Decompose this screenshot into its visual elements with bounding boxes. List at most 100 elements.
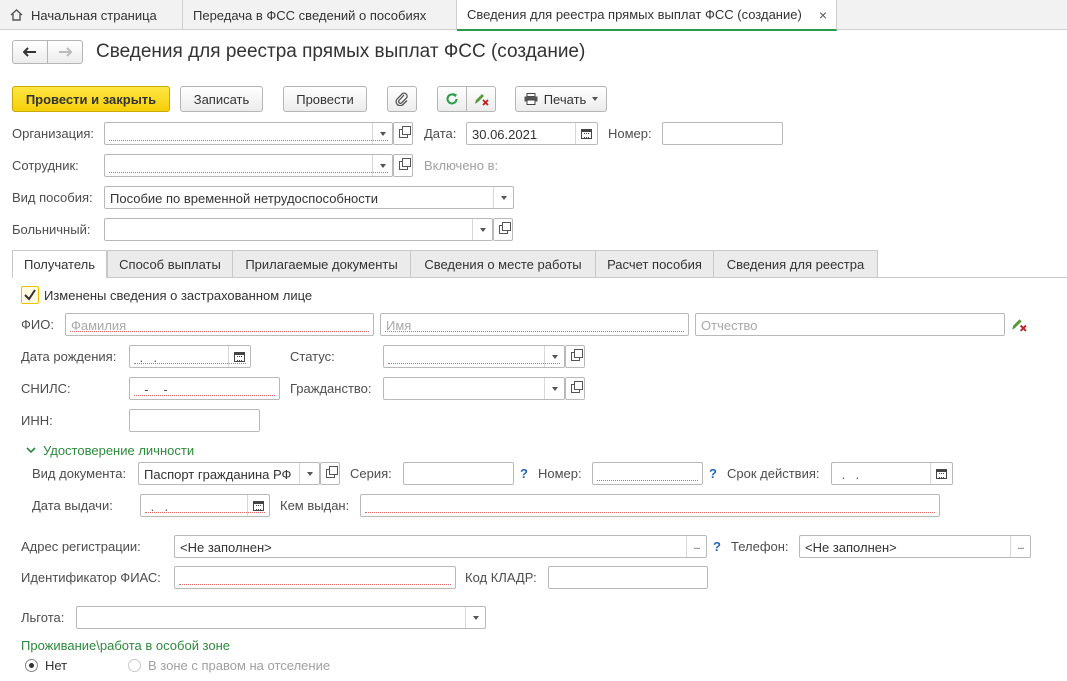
- clear-fio-button[interactable]: [1010, 317, 1027, 335]
- citizenship-select[interactable]: [383, 377, 565, 400]
- calendar-icon: [253, 500, 264, 511]
- ellipsis-icon[interactable]: ...: [686, 536, 706, 557]
- chevron-down-icon[interactable]: [465, 607, 485, 628]
- chevron-down-icon[interactable]: [493, 187, 513, 208]
- phone-input[interactable]: <Не заполнен> ...: [799, 535, 1031, 558]
- validity-input[interactable]: . .: [831, 462, 953, 485]
- issue-date-input[interactable]: . .: [140, 494, 270, 517]
- ellipsis-icon[interactable]: ...: [1010, 536, 1030, 557]
- number-label: Номер:: [608, 126, 652, 141]
- sick-leave-input[interactable]: [104, 218, 493, 241]
- arrow-left-icon: [23, 47, 36, 57]
- org-open-button[interactable]: [393, 122, 413, 145]
- series-help-icon[interactable]: ?: [520, 466, 528, 481]
- tab-attached-docs[interactable]: Прилагаемые документы: [232, 250, 411, 277]
- tab-registry-info[interactable]: Сведения для реестра: [713, 250, 878, 277]
- special-zone-title: Проживание\работа в особой зоне: [21, 638, 231, 653]
- back-button[interactable]: [12, 40, 48, 64]
- number-input[interactable]: [662, 122, 783, 145]
- window-tab-current[interactable]: Сведения для реестра прямых выплат ФСС (…: [457, 0, 837, 31]
- close-icon[interactable]: ×: [819, 7, 827, 23]
- snils-input[interactable]: - -: [129, 377, 280, 400]
- status-open-button[interactable]: [565, 345, 585, 368]
- number-help-icon[interactable]: ?: [709, 466, 717, 481]
- inn-input[interactable]: [129, 409, 260, 432]
- window-tab-label: Передача в ФСС сведений о пособиях: [193, 7, 427, 23]
- privilege-select[interactable]: [76, 606, 486, 629]
- window-tab-home[interactable]: Начальная страница: [0, 0, 183, 30]
- kladr-input[interactable]: [548, 566, 708, 589]
- identity-section-toggle[interactable]: Удостоверение личности: [26, 443, 194, 458]
- open-icon: [570, 381, 583, 393]
- chevron-down-icon[interactable]: [544, 378, 564, 399]
- privilege-label: Льгота:: [21, 610, 65, 625]
- inn-label: ИНН:: [21, 413, 53, 428]
- issued-by-input[interactable]: [360, 494, 940, 517]
- first-name-placeholder: Имя: [386, 318, 412, 333]
- attach-button[interactable]: [387, 86, 417, 112]
- benefit-type-value: Пособие по временной нетрудоспособности: [110, 191, 378, 206]
- doc-type-select[interactable]: Паспорт гражданина РФ: [138, 462, 320, 485]
- zone-relocation-label: В зоне с правом на отселение: [148, 658, 331, 673]
- calendar-button[interactable]: [228, 346, 250, 367]
- chevron-down-icon[interactable]: [472, 219, 492, 240]
- issued-by-label: Кем выдан:: [280, 498, 350, 513]
- calendar-button[interactable]: [575, 123, 597, 144]
- fias-input[interactable]: [174, 566, 456, 589]
- middle-name-placeholder: Отчество: [701, 318, 758, 333]
- first-name-input[interactable]: Имя: [380, 313, 689, 336]
- doc-number-input[interactable]: [592, 462, 703, 485]
- print-button[interactable]: Печать: [515, 86, 607, 112]
- kladr-label: Код КЛАДР:: [465, 570, 537, 585]
- chevron-down-icon[interactable]: [372, 155, 392, 176]
- date-input[interactable]: 30.06.2021: [466, 122, 598, 145]
- address-help-icon[interactable]: ?: [713, 539, 721, 554]
- window-tab-label: Сведения для реестра прямых выплат ФСС (…: [467, 7, 802, 22]
- zone-no-radio[interactable]: [25, 659, 38, 672]
- last-name-input[interactable]: Фамилия: [65, 313, 374, 336]
- chevron-down-icon[interactable]: [299, 463, 319, 484]
- series-input[interactable]: [403, 462, 514, 485]
- birth-date-label: Дата рождения:: [21, 349, 117, 364]
- refresh-button[interactable]: [437, 86, 467, 112]
- tab-recipient[interactable]: Получатель: [12, 250, 107, 278]
- status-select[interactable]: [383, 345, 565, 368]
- tab-workplace-info[interactable]: Сведения о месте работы: [410, 250, 596, 277]
- citizenship-open-button[interactable]: [565, 377, 585, 400]
- post-and-close-button[interactable]: Провести и закрыть: [12, 86, 170, 112]
- chevron-down-icon: [26, 447, 36, 454]
- chevron-down-icon[interactable]: [544, 346, 564, 367]
- chevron-down-icon[interactable]: [372, 123, 392, 144]
- last-name-placeholder: Фамилия: [71, 318, 127, 333]
- post-button[interactable]: Провести: [283, 86, 367, 112]
- benefit-type-label: Вид пособия:: [12, 190, 93, 205]
- tab-payment-method[interactable]: Способ выплаты: [107, 250, 233, 277]
- employee-open-button[interactable]: [393, 154, 413, 177]
- snils-mask: - -: [135, 382, 169, 397]
- save-button[interactable]: Записать: [180, 86, 263, 112]
- tab-benefit-calc[interactable]: Расчет пособия: [595, 250, 714, 277]
- validity-mask: . .: [837, 467, 861, 482]
- window-tab-fss-transfer[interactable]: Передача в ФСС сведений о пособиях: [183, 0, 457, 30]
- date-value: 30.06.2021: [472, 127, 538, 142]
- reg-address-input[interactable]: <Не заполнен> ...: [174, 535, 707, 558]
- calendar-icon: [581, 128, 592, 139]
- doc-type-open-button[interactable]: [320, 462, 340, 485]
- forward-button[interactable]: [47, 40, 83, 64]
- zone-relocation-radio[interactable]: [128, 659, 141, 672]
- paperclip-icon: [395, 92, 408, 106]
- sick-leave-open-button[interactable]: [493, 218, 513, 241]
- fio-label: ФИО:: [21, 317, 54, 332]
- benefit-type-select[interactable]: Пособие по временной нетрудоспособности: [104, 186, 514, 209]
- changed-checkbox[interactable]: [21, 286, 39, 304]
- org-input[interactable]: [104, 122, 393, 145]
- birth-date-input[interactable]: . .: [129, 345, 251, 368]
- middle-name-input[interactable]: Отчество: [695, 313, 1005, 336]
- open-icon: [398, 126, 411, 138]
- birth-date-mask: . .: [135, 350, 159, 365]
- employee-input[interactable]: [104, 154, 393, 177]
- calendar-button[interactable]: [930, 463, 952, 484]
- citizenship-label: Гражданство:: [290, 381, 372, 396]
- clear-button[interactable]: [466, 86, 496, 112]
- calendar-button[interactable]: [247, 495, 269, 516]
